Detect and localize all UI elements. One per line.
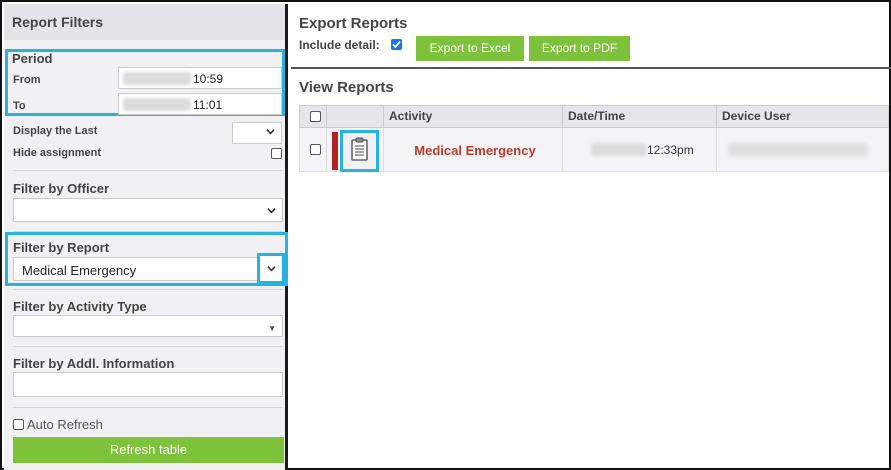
clipboard-icon — [351, 137, 368, 161]
include-detail-label: Include detail: — [299, 38, 380, 52]
filter-officer-select[interactable] — [13, 198, 283, 222]
divider — [13, 407, 283, 408]
table-row[interactable]: Medical Emergency 12:33pm — [299, 128, 889, 172]
redacted-date — [123, 72, 191, 85]
report-filters-panel: Report Filters Period From 10:59 To 11:0… — [4, 4, 288, 470]
caret-down-icon: ▼ — [268, 324, 276, 333]
icon-column-header — [326, 106, 383, 127]
select-all-checkbox[interactable] — [310, 111, 321, 122]
app-frame: Report Filters Period From 10:59 To 11:0… — [0, 0, 891, 470]
redacted-date — [591, 143, 646, 156]
export-excel-button[interactable]: Export to Excel — [416, 36, 524, 61]
divider — [13, 170, 283, 171]
divider — [291, 67, 891, 69]
chevron-down-icon — [267, 266, 276, 272]
export-pdf-button[interactable]: Export to PDF — [529, 36, 630, 61]
filter-addl-label: Filter by Addl. Information — [13, 356, 175, 371]
period-title: Period — [12, 51, 53, 66]
divider — [326, 128, 327, 172]
export-reports-title: Export Reports — [299, 15, 408, 32]
divider — [383, 128, 384, 172]
filter-report-label: Filter by Report — [13, 240, 110, 255]
report-icon-button[interactable] — [340, 130, 379, 172]
include-detail-checkbox[interactable] — [391, 39, 402, 50]
view-reports-title: View Reports — [299, 79, 394, 96]
filter-activity-select[interactable]: ▼ — [13, 315, 283, 337]
filter-report-select[interactable]: Medical Emergency — [13, 257, 261, 281]
chevron-down-icon — [266, 129, 275, 135]
divider — [13, 346, 283, 347]
redacted-date — [123, 98, 191, 111]
display-last-select[interactable] — [232, 122, 282, 144]
filter-report-value: Medical Emergency — [22, 263, 137, 278]
to-datetime-input[interactable]: 11:01 — [118, 93, 282, 115]
status-indicator — [332, 132, 338, 170]
row-checkbox[interactable] — [310, 144, 321, 155]
auto-refresh-checkbox[interactable] — [13, 419, 24, 430]
table-header: Activity Date/Time Device User — [299, 105, 889, 128]
filter-activity-label: Filter by Activity Type — [13, 299, 147, 314]
row-time: 12:33pm — [647, 143, 694, 157]
divider — [716, 128, 717, 172]
hide-assignment-label: Hide assignment — [13, 147, 102, 159]
activity-link[interactable]: Medical Emergency — [390, 143, 560, 158]
redacted-device-user — [728, 143, 868, 156]
sidebar-title: Report Filters — [4, 4, 285, 40]
to-label: To — [13, 100, 26, 112]
auto-refresh-label: Auto Refresh — [27, 417, 103, 432]
from-datetime-input[interactable]: 10:59 — [118, 67, 282, 89]
filter-officer-label: Filter by Officer — [13, 181, 110, 196]
from-time-value: 10:59 — [193, 72, 224, 86]
from-label: From — [13, 74, 41, 86]
column-header-device-user[interactable]: Device User — [716, 106, 888, 127]
filter-addl-input[interactable] — [13, 372, 283, 397]
checkmark-icon — [392, 40, 401, 49]
refresh-table-button[interactable]: Refresh table — [13, 437, 284, 463]
chevron-down-icon — [267, 208, 276, 214]
column-header-activity[interactable]: Activity — [383, 106, 562, 127]
divider — [562, 128, 563, 172]
column-header-datetime[interactable]: Date/Time — [562, 106, 716, 127]
divider — [13, 289, 283, 290]
filter-report-dropdown-button[interactable] — [257, 253, 285, 284]
display-last-label: Display the Last — [13, 125, 98, 137]
main-content: Export Reports Include detail: Export to… — [291, 4, 891, 470]
to-time-value: 11:01 — [193, 98, 223, 112]
hide-assignment-checkbox[interactable] — [271, 148, 282, 159]
